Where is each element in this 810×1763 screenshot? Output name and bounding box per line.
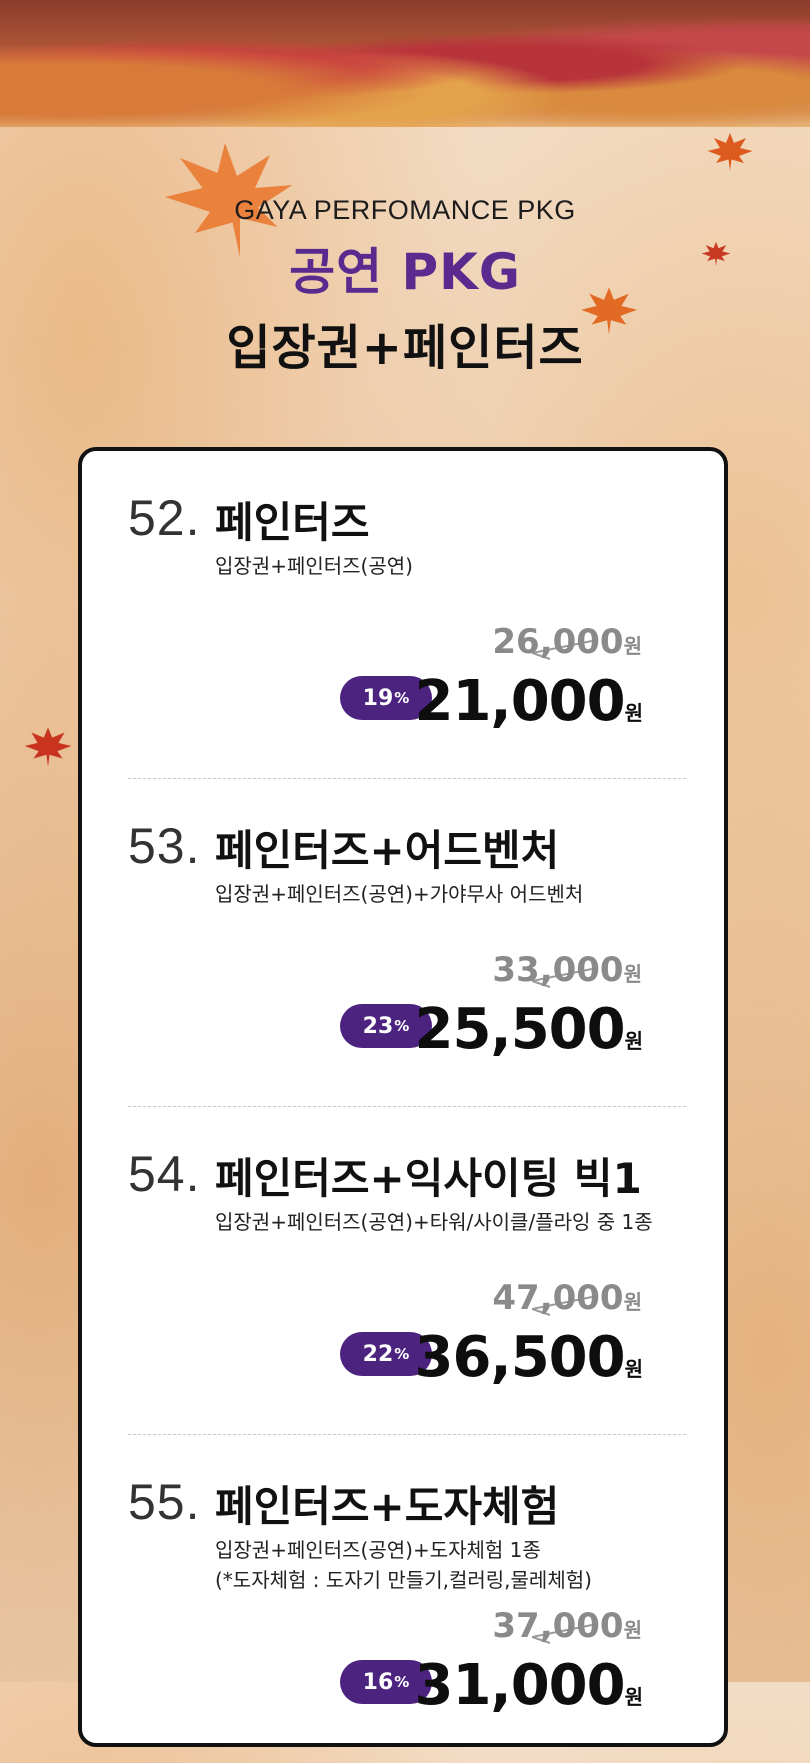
item-number: 54.: [128, 1146, 201, 1202]
sale-price: 21,000원: [414, 669, 643, 734]
item-description: 입장권+페인터즈(공연): [215, 554, 413, 578]
item-name: 페인터즈: [215, 498, 370, 547]
original-price: 26,000원: [492, 622, 642, 662]
item-name: 페인터즈+익사이팅 빅1: [215, 1154, 642, 1203]
original-price: 33,000원: [492, 950, 642, 990]
item-number: 53.: [128, 818, 201, 874]
item-name: 페인터즈+도자체험: [215, 1482, 560, 1531]
item-description: 입장권+페인터즈(공연)+가야무사 어드벤처: [215, 882, 584, 906]
page-header: GAYA PERFOMANCE PKG 공연 PKG 입장권+페인터즈: [0, 195, 810, 378]
package-list-card: 52. 페인터즈 입장권+페인터즈(공연) 26,000원 19% 21,000…: [78, 447, 728, 1747]
sale-price: 36,500원: [414, 1325, 643, 1390]
package-item[interactable]: 53. 페인터즈+어드벤처 입장권+페인터즈(공연)+가야무사 어드벤처 33,…: [82, 779, 732, 1107]
package-eng-title: GAYA PERFOMANCE PKG: [234, 195, 576, 225]
package-item[interactable]: 54. 페인터즈+익사이팅 빅1 입장권+페인터즈(공연)+타워/사이클/플라잉…: [82, 1107, 732, 1435]
item-number: 55.: [128, 1474, 201, 1530]
maple-leaf-icon: [24, 727, 72, 767]
maple-leaf-icon: [707, 133, 753, 171]
item-description: 입장권+페인터즈(공연)+도자체험 1종 (*도자체험 : 도자기 만들기,컬러링…: [215, 1538, 592, 1592]
sale-price: 31,000원: [414, 1653, 643, 1718]
autumn-banner-image: [0, 0, 810, 127]
original-price: 37,000원: [492, 1606, 642, 1646]
package-subtitle: 입장권+페인터즈: [226, 320, 584, 376]
sale-price: 25,500원: [414, 997, 643, 1062]
item-number: 52.: [128, 490, 201, 546]
package-title: 공연 PKG: [289, 243, 521, 301]
item-description: 입장권+페인터즈(공연)+타워/사이클/플라잉 중 1종: [215, 1210, 653, 1234]
package-item[interactable]: 52. 페인터즈 입장권+페인터즈(공연) 26,000원 19% 21,000…: [82, 451, 732, 779]
original-price: 47,000원: [492, 1278, 642, 1318]
item-name: 페인터즈+어드벤처: [215, 826, 560, 875]
package-item[interactable]: 55. 페인터즈+도자체험 입장권+페인터즈(공연)+도자체험 1종 (*도자체험…: [82, 1435, 732, 1763]
